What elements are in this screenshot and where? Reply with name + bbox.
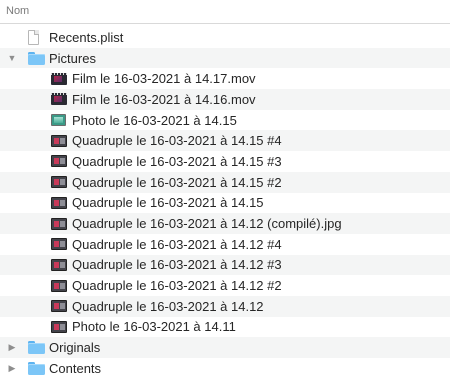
disclosure-collapsed-icon[interactable]: ▶: [7, 363, 17, 373]
movie-icon: [51, 93, 67, 106]
file-row[interactable]: Quadruple le 16-03-2021 à 14.15 #3: [0, 151, 450, 172]
file-row[interactable]: Quadruple le 16-03-2021 à 14.12 (compilé…: [0, 213, 450, 234]
quad-icon: [51, 155, 67, 168]
quad-icon: [51, 279, 67, 292]
folder-icon: [28, 361, 45, 375]
folder-icon: [28, 341, 45, 355]
file-row[interactable]: Recents.plist: [0, 27, 450, 48]
item-name: Photo le 16-03-2021 à 14.11: [72, 319, 236, 335]
quad-icon: [51, 196, 67, 209]
movie-icon: [51, 72, 67, 85]
folder-row[interactable]: ▶ Originals: [0, 337, 450, 358]
item-name: Quadruple le 16-03-2021 à 14.15 #3: [72, 153, 282, 169]
name-column-header[interactable]: Nom: [6, 5, 29, 17]
disclosure-collapsed-icon[interactable]: ▶: [7, 342, 17, 353]
item-name: Originals: [49, 340, 101, 356]
file-row[interactable]: Film le 16-03-2021 à 14.16.mov: [0, 89, 450, 110]
quad-icon: [51, 176, 67, 189]
file-row[interactable]: Quadruple le 16-03-2021 à 14.15: [0, 193, 450, 214]
item-name: Recents.plist: [49, 29, 124, 45]
item-name: Quadruple le 16-03-2021 à 14.12 (compilé…: [72, 216, 342, 232]
disclosure-expanded-icon[interactable]: ▼: [7, 53, 17, 63]
quad-icon: [51, 238, 67, 251]
file-row[interactable]: Quadruple le 16-03-2021 à 14.12 #3: [0, 254, 450, 276]
folder-row[interactable]: ▶ Contents: [0, 358, 450, 379]
item-name: Quadruple le 16-03-2021 à 14.12 #3: [72, 257, 282, 273]
item-name: Quadruple le 16-03-2021 à 14.15 #4: [72, 133, 282, 149]
folder-icon: [28, 51, 45, 65]
file-row[interactable]: Quadruple le 16-03-2021 à 14.15 #4: [0, 130, 450, 152]
photo-icon: [51, 114, 66, 127]
folder-row[interactable]: ▼ Pictures: [0, 47, 450, 69]
file-row[interactable]: Quadruple le 16-03-2021 à 14.12 #4: [0, 234, 450, 255]
quad-icon: [51, 320, 67, 333]
item-name: Quadruple le 16-03-2021 à 14.15 #2: [72, 174, 282, 190]
item-name: Film le 16-03-2021 à 14.16.mov: [72, 91, 256, 107]
item-name: Contents: [49, 360, 102, 376]
doc-icon: [28, 29, 39, 45]
item-name: Photo le 16-03-2021 à 14.15: [72, 112, 237, 128]
file-row[interactable]: Photo le 16-03-2021 à 14.11: [0, 317, 450, 338]
file-row[interactable]: Film le 16-03-2021 à 14.17.mov: [0, 68, 450, 89]
quad-icon: [51, 217, 67, 230]
item-name: Quadruple le 16-03-2021 à 14.12: [72, 298, 264, 314]
quad-icon: [51, 134, 67, 147]
quad-icon: [51, 258, 67, 271]
file-list: Recents.plist ▼ Pictures Film le 16-03-2021…: [0, 27, 450, 379]
item-name: Quadruple le 16-03-2021 à 14.12 #2: [72, 278, 282, 294]
item-name: Quadruple le 16-03-2021 à 14.12 #4: [72, 236, 282, 252]
file-row[interactable]: Quadruple le 16-03-2021 à 14.12: [0, 295, 450, 317]
file-row[interactable]: Quadruple le 16-03-2021 à 14.12 #2: [0, 275, 450, 296]
quad-icon: [51, 300, 67, 313]
file-row[interactable]: Quadruple le 16-03-2021 à 14.15 #2: [0, 171, 450, 193]
file-row[interactable]: Photo le 16-03-2021 à 14.15: [0, 110, 450, 131]
item-name: Quadruple le 16-03-2021 à 14.15: [72, 195, 264, 211]
item-name: Pictures: [49, 50, 96, 66]
item-name: Film le 16-03-2021 à 14.17.mov: [72, 71, 256, 87]
column-header[interactable]: Nom: [0, 0, 450, 24]
